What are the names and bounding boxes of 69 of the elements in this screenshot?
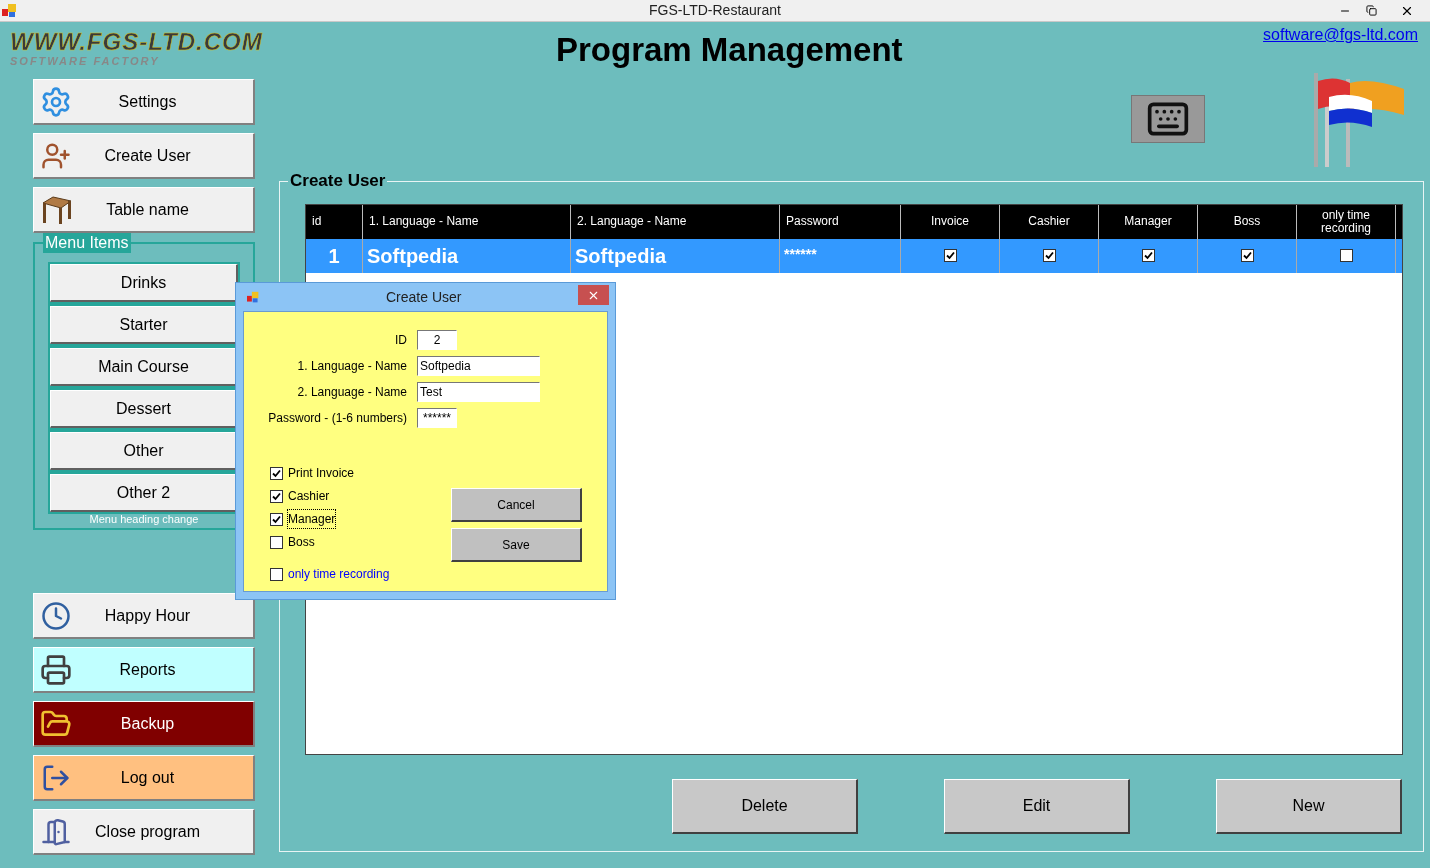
action-button[interactable]: New [1216,778,1402,834]
dialog-title: Create User [386,287,462,307]
sidebar-button[interactable]: Reports [33,647,255,693]
field-label: 2. Language - Name [296,384,408,401]
restore-icon [1365,5,1377,16]
page-title: Program Management [556,30,903,70]
panel-title: Menu Items [43,233,131,253]
dialog-button[interactable]: Save [451,528,582,562]
sidebar-button[interactable]: Backup [33,701,255,747]
menu-item-button[interactable]: Dessert [50,390,238,428]
checkbox[interactable] [270,512,283,526]
menu-item-button[interactable]: Starter [50,306,238,344]
table-cell: Softpedia [571,238,780,273]
column-header: 1. Language - Name [363,204,571,239]
input-field[interactable]: 2 [417,330,457,350]
field-label: 1. Language - Name [296,358,408,375]
checkbox[interactable] [1042,249,1056,262]
checkbox-label: Manager [288,510,336,528]
sidebar-button[interactable]: Log out [33,755,255,801]
checkbox-label: Print Invoice [288,465,355,482]
sidebar-button[interactable]: Close program [33,809,255,855]
app-icon [2,2,18,19]
action-button[interactable]: Edit [944,778,1130,834]
checkbox[interactable] [943,249,957,262]
checkbox[interactable] [1141,249,1155,262]
field-label: Password - (1-6 numbers) [267,410,408,427]
column-header: Invoice [901,204,1000,239]
table-cell: ****** [780,238,901,273]
checkbox-label: Boss [288,534,315,551]
input-field[interactable]: Softpedia [417,356,540,376]
column-header: only time recording [1297,204,1396,239]
menu-item-button[interactable]: Drinks [50,264,238,302]
door-icon [41,816,71,847]
checkbox[interactable] [270,567,283,581]
clock-icon [41,600,71,631]
checkbox[interactable] [270,535,283,549]
checkbox[interactable] [270,489,283,503]
menu-item-button[interactable]: Other [50,432,238,470]
dialog-button[interactable]: Cancel [451,488,582,522]
column-header: id [306,204,363,239]
settings-icon [40,85,72,118]
checkbox-label: Cashier [288,488,330,505]
table-cell: Softpedia [363,238,571,273]
column-header: Boss [1198,204,1297,239]
sidebar-button[interactable]: Create User [33,133,255,179]
sidebar-button[interactable]: Happy Hour [33,593,255,639]
table-cell: 1 [306,238,363,273]
checkbox[interactable] [270,466,283,480]
menu-item-button[interactable]: Other 2 [50,474,238,512]
window-title: FGS-LTD-Restaurant [649,1,781,20]
email-link[interactable]: software@fgs-ltd.com [1263,23,1418,47]
checkbox[interactable] [1240,249,1254,262]
action-button[interactable]: Delete [672,778,858,834]
menu-item-button[interactable]: Main Course [50,348,238,386]
column-header: 2. Language - Name [571,204,780,239]
input-field[interactable]: ****** [417,408,457,428]
sidebar-button[interactable]: Settings [33,79,255,125]
column-header: Password [780,204,901,239]
app-icon [247,290,260,304]
column-header: Cashier [1000,204,1099,239]
printer-icon [40,653,72,686]
keyboard-button[interactable] [1131,94,1205,143]
column-header: Manager [1099,204,1198,239]
checkbox[interactable] [1339,249,1353,262]
field-label: ID [394,332,408,349]
sidebar-button[interactable]: Table name [33,187,255,233]
input-field[interactable]: Test [417,382,540,402]
close-button[interactable] [578,285,609,305]
checkbox-label: only time recording [288,566,390,583]
